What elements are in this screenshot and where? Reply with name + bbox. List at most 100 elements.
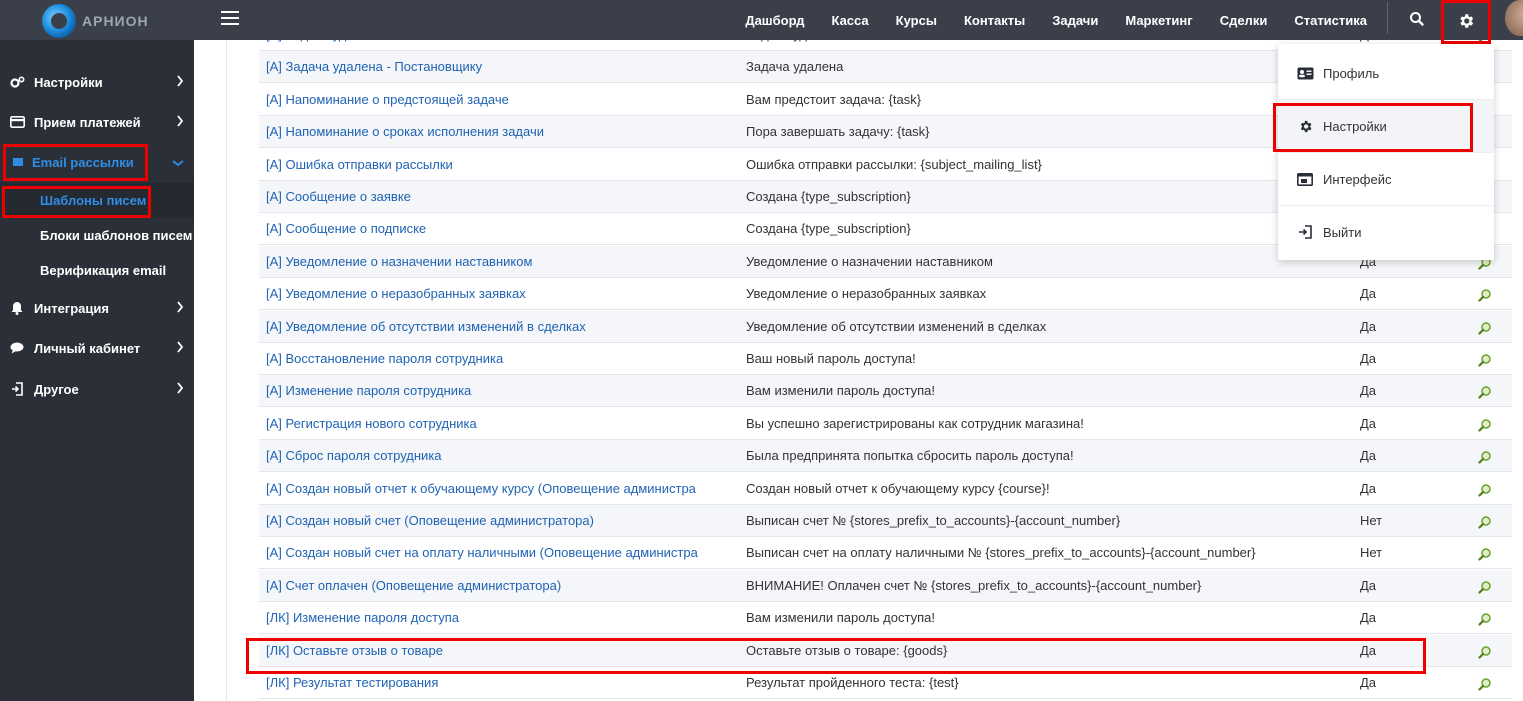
- view-icon[interactable]: [1478, 645, 1494, 661]
- top-nav: Дашборд Касса Курсы Контакты Задачи Марк…: [718, 0, 1367, 40]
- sidebar-item-account[interactable]: Личный кабинет: [0, 328, 194, 368]
- template-active-status: Да: [1360, 318, 1377, 334]
- template-name-link[interactable]: [A] Сообщение о заявке: [266, 189, 736, 204]
- template-subject: Вам изменили пароль доступа!: [746, 610, 935, 626]
- nav-marketing[interactable]: Маркетинг: [1125, 13, 1192, 28]
- template-active-status: Да: [1360, 675, 1377, 690]
- sidebar-item-label: Интеграция: [34, 300, 109, 316]
- template-active-status: Да: [1360, 480, 1377, 496]
- template-name-link[interactable]: [A] Уведомление о назначении наставником: [266, 254, 736, 269]
- template-subject: Создана {type_subscription}: [746, 189, 911, 204]
- table-row: [A] Уведомление о неразобранных заявках У…: [259, 278, 1512, 311]
- table-row: [A] Регистрация нового сотрудника Вы успе…: [259, 408, 1512, 440]
- hamburger-menu-icon[interactable]: [221, 11, 239, 25]
- app-root: [A] Задача удалена - ИсполнителюЗадача у…: [0, 0, 1523, 701]
- dropdown-item-settings[interactable]: Настройки: [1278, 100, 1494, 152]
- template-name-link[interactable]: [A] Создан новый счет (Оповещение админи…: [266, 513, 736, 528]
- template-name-link[interactable]: [ЛК] Оставьте отзыв о товаре: [266, 643, 736, 658]
- sign-in-icon: [9, 382, 25, 396]
- nav-dashboard[interactable]: Дашборд: [745, 13, 804, 28]
- view-icon[interactable]: [1478, 418, 1494, 434]
- template-subject: Создана {type_subscription}: [746, 221, 911, 237]
- template-name-link[interactable]: [A] Задача удалена - Постановщику: [266, 59, 736, 74]
- gears-icon: [9, 75, 25, 89]
- template-name-link[interactable]: [A] Сообщение о подписке: [266, 221, 736, 236]
- template-subject: Оставьте отзыв о товаре: {goods}: [746, 642, 948, 658]
- sidebar-subitem-email-verification[interactable]: Верификация email: [0, 253, 194, 288]
- user-avatar[interactable]: [1505, 0, 1523, 36]
- chevron-right-icon: [176, 75, 184, 90]
- template-subject: Вы успешно зарегистрированы как сотрудни…: [746, 415, 1084, 431]
- template-subject: Была предпринята попытка сбросить пароль…: [746, 448, 1074, 464]
- template-name-link[interactable]: [A] Напоминание о предстоящей задаче: [266, 92, 736, 107]
- template-subject: Ваш новый пароль доступа!: [746, 351, 916, 366]
- nav-contacts[interactable]: Контакты: [964, 13, 1025, 28]
- dropdown-item-interface[interactable]: Интерфейс: [1278, 153, 1494, 205]
- view-icon[interactable]: [1478, 547, 1494, 563]
- template-name-link[interactable]: [ЛК] Изменение пароля доступа: [266, 610, 736, 625]
- template-name-link[interactable]: [A] Изменение пароля сотрудника: [266, 383, 736, 398]
- template-name-link[interactable]: [A] Регистрация нового сотрудника: [266, 416, 736, 431]
- sidebar-item-label: Прием платежей: [34, 114, 141, 130]
- template-active-status: Да: [1360, 577, 1377, 593]
- template-name-link[interactable]: [A] Уведомление об отсутствии изменений …: [266, 319, 736, 334]
- template-subject: Уведомление о назначении наставником: [746, 253, 993, 269]
- template-active-status: Да: [1360, 383, 1377, 399]
- nav-tasks[interactable]: Задачи: [1052, 13, 1098, 28]
- view-icon[interactable]: [1478, 612, 1494, 628]
- nav-deals[interactable]: Сделки: [1220, 13, 1268, 28]
- dropdown-item-logout[interactable]: Выйти: [1278, 206, 1494, 258]
- table-row: [ЛК] Изменение пароля доступа Вам изменил…: [259, 602, 1512, 635]
- template-name-link[interactable]: [A] Уведомление о неразобранных заявках: [266, 286, 736, 301]
- view-icon[interactable]: [1478, 353, 1494, 369]
- template-name-link[interactable]: [A] Напоминание о сроках исполнения зада…: [266, 124, 736, 139]
- sidebar-item-email[interactable]: Email рассылки: [0, 142, 194, 182]
- template-name-link[interactable]: [ЛК] Результат тестирования: [266, 675, 736, 690]
- brand-logo[interactable]: АРНИОН: [42, 4, 149, 38]
- sidebar-item-settings[interactable]: Настройки: [0, 62, 194, 102]
- settings-dropdown: Профиль Настройки Интерфейс Выйти: [1278, 44, 1494, 260]
- sidebar-item-label: Email рассылки: [32, 154, 134, 170]
- window-icon: [1296, 172, 1314, 186]
- view-icon[interactable]: [1478, 385, 1494, 401]
- sidebar-subitem-template-blocks[interactable]: Блоки шаблонов писем: [0, 218, 194, 253]
- sidebar-subitem-templates[interactable]: Шаблоны писем: [0, 183, 194, 218]
- template-subject: Создан новый отчет к обучающему курсу {c…: [746, 480, 1050, 496]
- template-name-link[interactable]: [A] Счет оплачен (Оповещение администрат…: [266, 578, 736, 593]
- view-icon[interactable]: [1478, 515, 1494, 531]
- view-icon[interactable]: [1478, 450, 1494, 466]
- top-bar: АРНИОН Дашборд Касса Курсы Контакты Зада…: [0, 0, 1523, 44]
- chevron-right-icon: [176, 382, 184, 397]
- nav-courses[interactable]: Курсы: [896, 13, 937, 28]
- view-icon[interactable]: [1478, 288, 1494, 304]
- logo-mark-icon: [42, 4, 76, 38]
- sidebar-item-label: Личный кабинет: [34, 340, 141, 356]
- nav-kassa[interactable]: Касса: [831, 13, 868, 28]
- template-name-link[interactable]: [A] Создан новый счет на оплату наличным…: [266, 545, 736, 560]
- template-subject: Уведомление об отсутствии изменений в сд…: [746, 318, 1047, 334]
- template-name-link[interactable]: [A] Сброс пароля сотрудника: [266, 448, 736, 463]
- topbar-divider: [1387, 2, 1388, 34]
- view-icon[interactable]: [1478, 677, 1494, 693]
- gear-icon: [1457, 12, 1475, 33]
- dropdown-item-profile[interactable]: Профиль: [1278, 47, 1494, 99]
- template-subject: Результат пройденного теста: {test}: [746, 675, 959, 690]
- template-subject: Задача удалена: [746, 59, 844, 75]
- sidebar-item-other[interactable]: Другое: [0, 369, 194, 409]
- credit-card-icon: [9, 116, 25, 128]
- table-row: [A] Счет оплачен (Оповещение администрат…: [259, 569, 1512, 602]
- table-row: [ЛК] Оставьте отзыв о товаре Оставьте отз…: [259, 634, 1512, 667]
- template-name-link[interactable]: [A] Восстановление пароля сотрудника: [266, 351, 736, 366]
- chevron-down-icon: [172, 155, 184, 170]
- template-active-status: Да: [1360, 286, 1377, 302]
- template-name-link[interactable]: [A] Создан новый отчет к обучающему курс…: [266, 481, 736, 496]
- search-icon[interactable]: [1408, 10, 1426, 28]
- view-icon[interactable]: [1478, 580, 1494, 596]
- view-icon[interactable]: [1478, 483, 1494, 499]
- sidebar-item-payments[interactable]: Прием платежей: [0, 102, 194, 142]
- sidebar-item-integration[interactable]: Интеграция: [0, 288, 194, 328]
- view-icon[interactable]: [1478, 321, 1494, 337]
- template-name-link[interactable]: [A] Ошибка отправки рассылки: [266, 157, 736, 172]
- settings-gear-button[interactable]: [1441, 0, 1491, 44]
- nav-statistics[interactable]: Статистика: [1294, 13, 1367, 28]
